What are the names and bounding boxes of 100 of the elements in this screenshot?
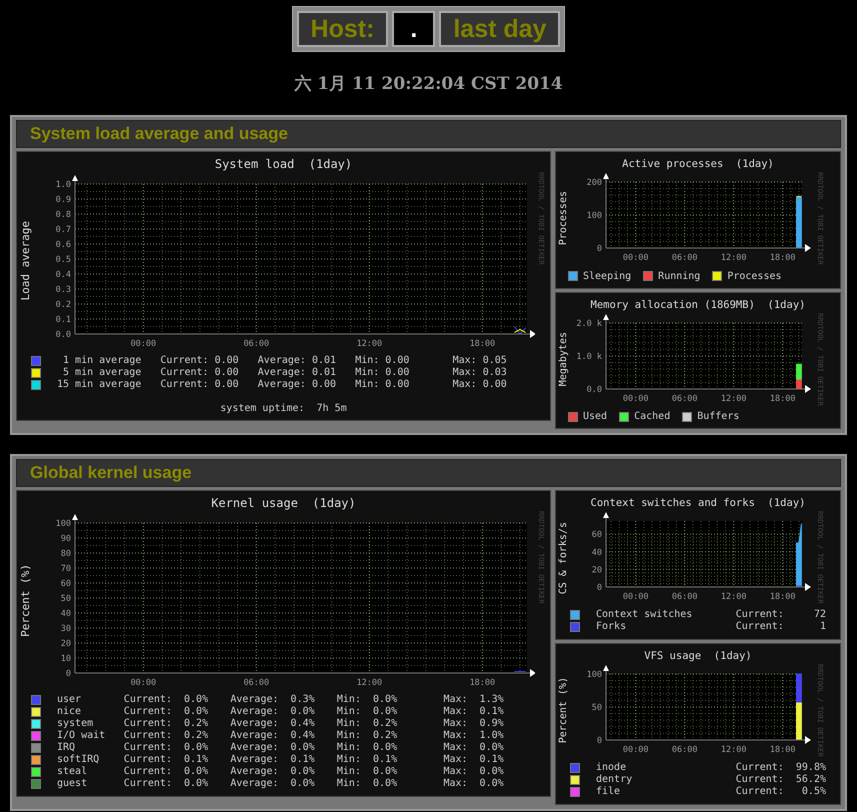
graph-title: Active processes (1day) [621,157,775,172]
legend-label: nice [57,706,82,718]
section-title: Global kernel usage [16,459,841,488]
legend-stat: Current: 0.0% [124,694,210,706]
legend-stat: Max: 0.0% [443,742,505,754]
x-tick-label: 00:00 [130,678,156,688]
legend-label: Cached [634,411,670,422]
legend-label: IRQ [57,742,76,754]
legend-stat: Current: 0.00 [160,379,240,391]
legend-stat: Average: 0.01 [258,355,338,367]
legend-stat: Max: 1.0% [443,730,505,742]
y-tick-label: 20 [592,566,602,576]
y-tick-label: 0.7 [56,225,71,235]
y-tick-label: 80 [60,549,71,560]
legend-stat: Current: 0.1% [124,754,210,766]
legend-stat: Current: 72 [736,609,826,622]
legend-stat: Average: 0.0% [230,778,316,790]
y-tick-label: 200 [586,178,602,188]
legend-stat: Min: 0.2% [336,718,398,730]
y-tick-label: 0.1 [56,315,71,325]
legend-stat: Max: 0.0% [443,778,505,790]
legend-label: inode [596,762,628,774]
legend-label: guest [57,778,88,790]
legend-stat: Max: 0.05 [452,355,508,367]
legend-stat: Min: 0.0% [336,694,398,706]
y-axis-label: Processes [558,191,570,246]
legend-stat: Max: 1.3% [443,694,505,706]
graph-title: Kernel usage (1day) [210,495,357,512]
legend-label: 5 min average [62,367,142,379]
y-tick-label: 50 [592,703,602,714]
y-tick-label: 70 [60,564,71,574]
y-tick-label: 0.4 [56,270,71,280]
graph-title: System load (1day) [214,156,354,172]
y-axis-label: Megabytes [558,332,570,386]
legend-label: system [57,718,94,730]
legend-stat: Min: 0.0% [336,766,398,778]
y-tick-label: 0 [596,583,602,594]
legend-stat: Average: 0.4% [230,730,316,742]
legend-stat: Average: 0.0% [230,742,316,754]
y-tick-label: 30 [60,624,71,634]
period-label: last day [439,11,560,47]
legend-stat: Min: 0.00 [355,355,410,367]
legend-label: Running [658,270,700,282]
legend-label: Buffers [697,411,740,422]
legend-stat: Average: 0.3% [230,694,316,706]
y-tick-label: 0.6 [56,240,71,250]
legend-stat: Max: 0.9% [443,718,505,730]
y-tick-label: 40 [592,548,602,558]
x-tick-label: 12:00 [720,592,746,602]
legend-label: file [596,786,622,798]
legend-stat: Max: 0.1% [443,754,505,766]
x-tick-label: 18:00 [770,253,796,263]
x-tick-label: 12:00 [356,678,382,688]
legend-stat: Current: 0.0% [124,742,210,754]
legend-stat: Min: 0.0% [336,742,398,754]
legend-label: Used [583,411,608,422]
y-tick-label: 100 [586,670,602,680]
legend-stat: Current: 0.0% [124,778,210,790]
legend-stat: Min: 0.0% [336,778,398,790]
legend-label: steal [57,766,88,778]
x-tick-label: 00:00 [622,592,648,602]
y-tick-label: 100 [56,519,71,530]
y-tick-label: 50 [60,594,71,604]
graph-title: Memory allocation (1869MB) (1day) [590,298,806,313]
timestamp: 六 1月 11 20:22:04 CST 2014 [293,73,564,95]
legend-stat: Current: 0.0% [124,706,210,718]
legend-stat: Min: 0.00 [355,367,410,379]
legend-stat: Current: 0.5% [736,786,826,798]
x-tick-label: 18:00 [470,339,496,349]
y-tick-label: 0.0 [586,384,602,395]
legend-stat: Max: 0.00 [452,379,508,391]
graph-title: Context switches and forks (1day) [590,496,806,512]
x-tick-label: 12:00 [720,394,746,404]
host-label: Host: [296,11,388,47]
y-tick-label: 90 [60,534,71,544]
legend-stat: Max: 0.0% [443,766,505,778]
y-tick-label: 1.0 k [576,352,602,362]
y-axis-label: CS & forks/s [558,522,570,594]
legend-stat: Average: 0.0% [230,706,316,718]
y-axis-label: Percent (%) [558,677,570,744]
legend-stat: Average: 0.00 [258,379,338,391]
legend-label: dentry [596,774,634,786]
legend-label: Forks [596,621,628,634]
legend-label: Context switches [596,609,694,621]
y-tick-label: 20 [60,639,71,650]
y-tick-label: 40 [60,609,71,620]
y-tick-label: 0.9 [56,195,71,205]
x-tick-label: 12:00 [720,253,746,263]
legend-stat: Min: 0.1% [336,754,398,766]
y-tick-label: 0.2 [56,300,71,310]
legend-stat: Average: 0.1% [230,754,316,766]
legend-label: 1 min average [62,355,142,367]
y-tick-label: 100 [586,211,602,221]
y-tick-label: 0.5 [56,255,71,265]
x-tick-label: 18:00 [770,592,796,602]
x-tick-label: 12:00 [356,339,382,349]
x-tick-label: 18:00 [770,394,796,404]
y-tick-label: 60 [592,530,602,541]
x-tick-label: 00:00 [622,745,648,756]
y-tick-label: 60 [60,579,71,590]
